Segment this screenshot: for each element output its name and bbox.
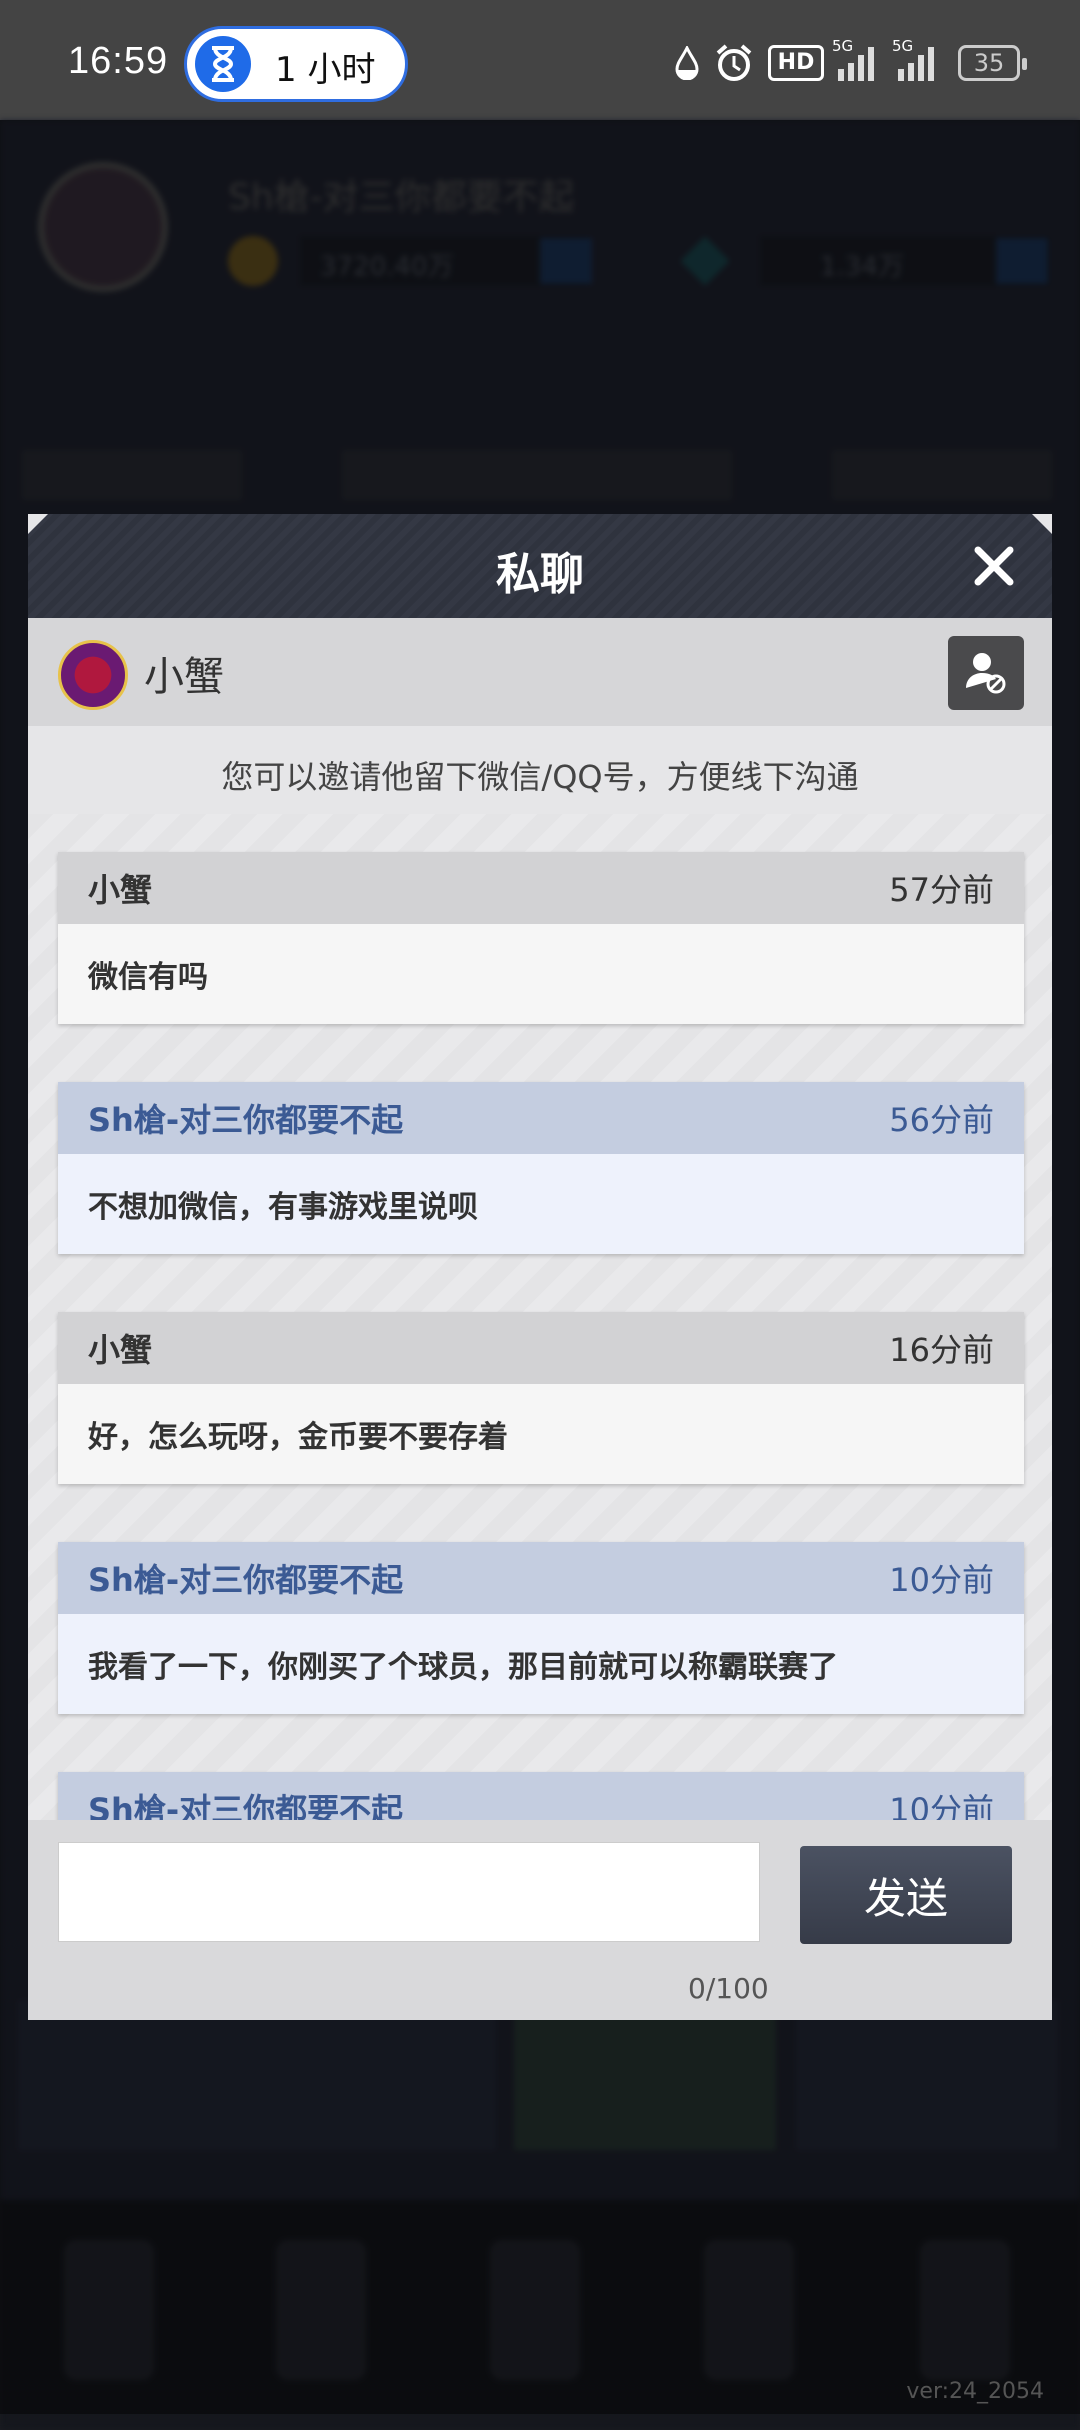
message-item: 小蟹 57分前 微信有吗 bbox=[58, 852, 1024, 1024]
message-sender: 小蟹 bbox=[88, 865, 152, 911]
send-button[interactable]: 发送 bbox=[800, 1846, 1012, 1944]
status-time: 16:59 bbox=[68, 40, 168, 83]
status-bar: 16:59 1 小时 HD 5G 5G 35 bbox=[0, 0, 1080, 120]
peer-info-bar: 小蟹 bbox=[28, 618, 1052, 726]
char-counter: 0/100 bbox=[688, 1972, 769, 2005]
message-item: Sh槍-对三你都要不起 10分前 我看了一下，你刚买了个球员，那目前就可以称霸联… bbox=[58, 1542, 1024, 1714]
close-icon[interactable] bbox=[966, 538, 1022, 594]
message-sender: 小蟹 bbox=[88, 1325, 152, 1371]
message-item: Sh槍-对三你都要不起 56分前 不想加微信，有事游戏里说呗 bbox=[58, 1082, 1024, 1254]
dialog-header: 私聊 bbox=[28, 514, 1052, 618]
signal-icon-2: 5G bbox=[898, 45, 944, 81]
status-icons: HD 5G 5G 35 bbox=[674, 38, 1020, 88]
message-sender: Sh槍-对三你都要不起 bbox=[88, 1555, 403, 1601]
message-time: 56分前 bbox=[889, 1095, 994, 1141]
hd-icon: HD bbox=[768, 45, 824, 81]
message-text: 不想加微信，有事游戏里说呗 bbox=[58, 1154, 1024, 1254]
peer-avatar[interactable] bbox=[58, 640, 128, 710]
message-sender: Sh槍-对三你都要不起 bbox=[88, 1785, 403, 1820]
message-item: Sh槍-对三你都要不起 10分前 bbox=[58, 1772, 1024, 1820]
message-header: 小蟹 16分前 bbox=[58, 1312, 1024, 1384]
message-header: Sh槍-对三你都要不起 10分前 bbox=[58, 1542, 1024, 1614]
message-time: 10分前 bbox=[889, 1555, 994, 1601]
message-text: 我看了一下，你刚买了个球员，那目前就可以称霸联赛了 bbox=[58, 1614, 1024, 1714]
focus-timer-label: 1 小时 bbox=[275, 42, 375, 91]
battery-level: 35 bbox=[974, 49, 1005, 77]
hourglass-icon bbox=[195, 36, 251, 92]
message-time: 57分前 bbox=[889, 865, 994, 911]
message-item: 小蟹 16分前 好，怎么玩呀，金币要不要存着 bbox=[58, 1312, 1024, 1484]
dialog-title: 私聊 bbox=[28, 538, 1052, 602]
message-time: 10分前 bbox=[889, 1785, 994, 1820]
message-sender: Sh槍-对三你都要不起 bbox=[88, 1095, 403, 1141]
version-label: ver:24_2054 bbox=[906, 2379, 1044, 2404]
message-text: 微信有吗 bbox=[58, 924, 1024, 1024]
peer-name: 小蟹 bbox=[144, 644, 224, 702]
alarm-icon bbox=[714, 43, 754, 83]
message-header: 小蟹 57分前 bbox=[58, 852, 1024, 924]
message-text: 好，怎么玩呀，金币要不要存着 bbox=[58, 1384, 1024, 1484]
signal-icon: 5G bbox=[838, 45, 884, 81]
focus-timer-pill[interactable]: 1 小时 bbox=[184, 26, 408, 102]
signal2-label: 5G bbox=[892, 37, 913, 55]
message-list[interactable]: 小蟹 57分前 微信有吗 Sh槍-对三你都要不起 56分前 不想加微信，有事游戏… bbox=[28, 814, 1052, 1820]
message-time: 16分前 bbox=[889, 1325, 994, 1371]
block-user-button[interactable] bbox=[948, 636, 1024, 710]
message-header: Sh槍-对三你都要不起 56分前 bbox=[58, 1082, 1024, 1154]
water-drop-icon bbox=[674, 46, 700, 80]
battery-icon: 35 bbox=[958, 45, 1020, 81]
private-chat-dialog: 私聊 小蟹 您可以邀请他留下微信/QQ号，方便线下沟通 小蟹 57分前 微信有吗… bbox=[28, 514, 1052, 2020]
hd-label: HD bbox=[778, 50, 815, 75]
block-user-icon bbox=[948, 636, 1024, 710]
message-input[interactable] bbox=[58, 1842, 760, 1942]
message-header: Sh槍-对三你都要不起 10分前 bbox=[58, 1772, 1024, 1820]
signal1-label: 5G bbox=[832, 37, 853, 55]
contact-hint: 您可以邀请他留下微信/QQ号，方便线下沟通 bbox=[28, 752, 1052, 798]
message-composer: 发送 0/100 bbox=[28, 1820, 1052, 2020]
